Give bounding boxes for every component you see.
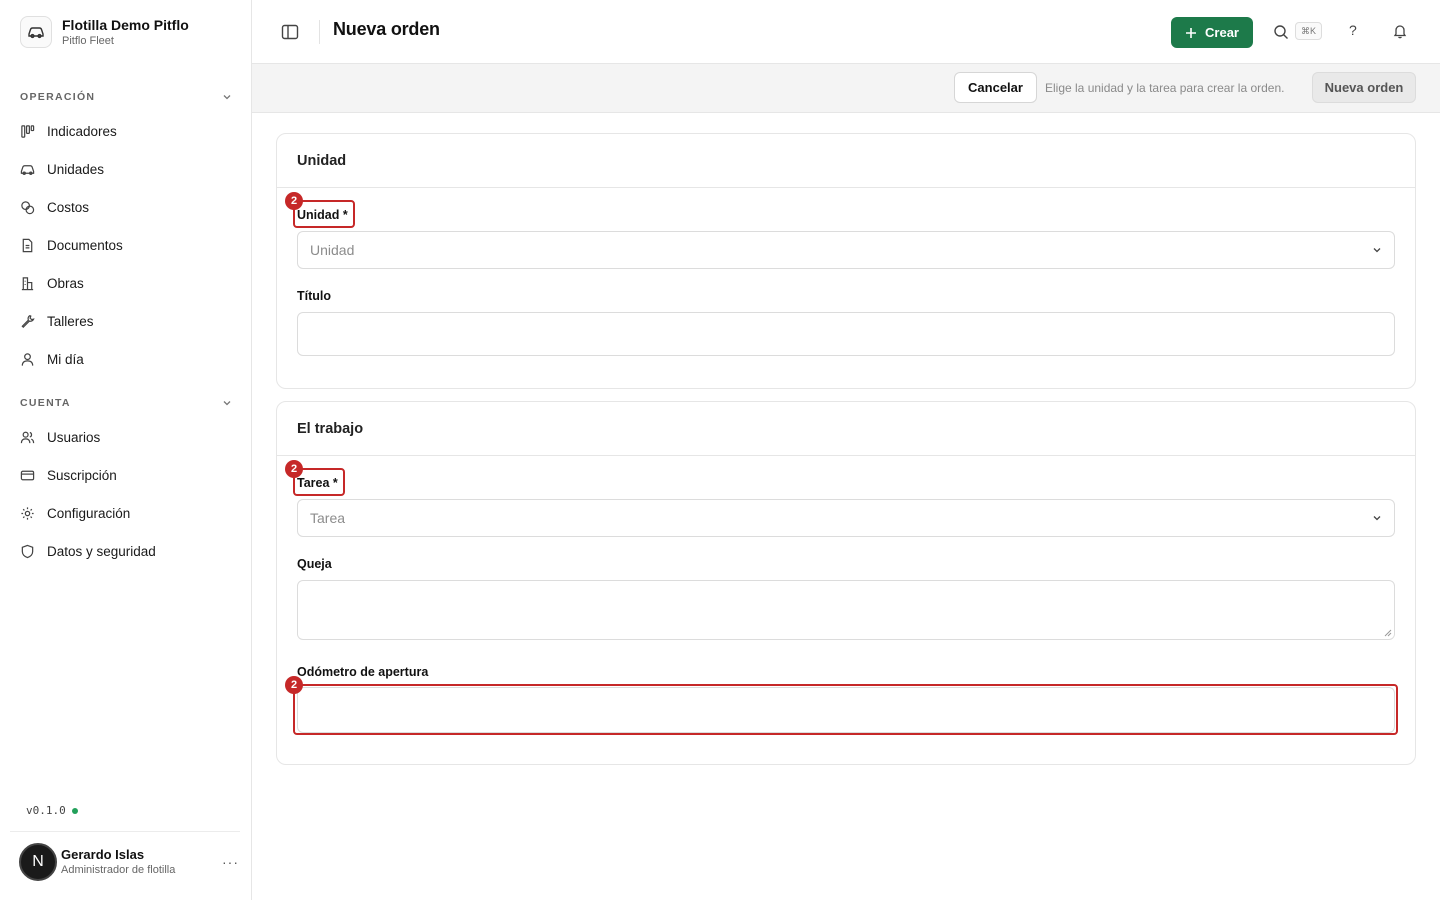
annotation-badge: 2 <box>285 676 303 694</box>
document-icon <box>22 238 33 252</box>
users-icon <box>20 431 35 443</box>
more-icon[interactable]: ··· <box>222 854 239 870</box>
submit-order-button[interactable]: Nueva orden <box>1312 72 1416 103</box>
cancel-button[interactable]: Cancelar <box>954 72 1037 103</box>
annotation-badge: 2 <box>285 192 303 210</box>
sidebar-item-costos[interactable]: Costos <box>20 192 232 222</box>
sidebar-item-label: Mi día <box>47 351 84 367</box>
sidebar-item-obras[interactable]: Obras <box>20 268 232 298</box>
shield-icon <box>21 544 34 558</box>
chevron-down-icon <box>1373 248 1381 253</box>
status-dot <box>71 807 78 814</box>
complaint-textarea[interactable] <box>297 580 1395 640</box>
main-content: Unidad Unidad * Unidad Título El trabajo… <box>252 113 1440 900</box>
sidebar-item-unidades[interactable]: Unidades <box>20 154 232 184</box>
avatar: N <box>19 843 57 881</box>
resize-handle-icon[interactable] <box>1384 629 1392 637</box>
help-icon[interactable]: ? <box>1349 22 1357 38</box>
title-label: Título <box>297 289 332 303</box>
sidebar-item-label: Costos <box>47 199 90 215</box>
sidebar-divider <box>10 831 240 832</box>
chevron-down-icon <box>223 95 231 100</box>
odometer-label: Odómetro de apertura <box>297 665 429 679</box>
section-operacion[interactable]: OPERACIÓN <box>20 91 232 103</box>
brand-title: Flotilla Demo Pitflo <box>62 17 189 33</box>
highlight-odometer-input <box>293 684 1398 735</box>
kanban-icon <box>21 124 35 138</box>
credit-card-icon <box>20 470 35 480</box>
app-version: v0.1.0 <box>26 804 78 817</box>
sidebar-item-usuarios[interactable]: Usuarios <box>20 422 232 452</box>
sidebar-item-documentos[interactable]: Documentos <box>20 230 232 260</box>
sidebar-item-label: Unidades <box>47 161 105 177</box>
car-icon <box>20 164 35 175</box>
car-icon <box>20 16 52 48</box>
sidebar-item-indicadores[interactable]: Indicadores <box>20 116 232 146</box>
sidebar-item-suscripcion[interactable]: Suscripción <box>20 460 232 490</box>
sidebar-item-label: Suscripción <box>47 467 117 483</box>
action-bar: Cancelar Elige la unidad y la tarea para… <box>252 64 1440 113</box>
sidebar: Flotilla Demo Pitflo Pitflo Fleet OPERAC… <box>0 0 252 900</box>
version-label: v0.1.0 <box>26 804 66 817</box>
chevron-down-icon <box>1373 516 1381 521</box>
sidebar-item-label: Usuarios <box>47 429 101 445</box>
annotation-badge: 2 <box>285 460 303 478</box>
task-select-placeholder: Tarea <box>310 510 346 526</box>
topbar: Nueva orden Crear ⌘K ? <box>252 0 1440 64</box>
unit-select-placeholder: Unidad <box>310 242 355 258</box>
user-role: Administrador de flotilla <box>61 864 176 876</box>
plus-icon <box>1186 27 1197 38</box>
title-input[interactable] <box>297 312 1395 356</box>
create-button-label: Crear <box>1205 25 1239 40</box>
brand-subtitle: Pitflo Fleet <box>62 35 114 47</box>
sidebar-item-talleres[interactable]: Talleres <box>20 306 232 336</box>
card-title: El trabajo <box>277 402 1415 456</box>
brand[interactable]: Flotilla Demo Pitflo Pitflo Fleet <box>20 16 189 48</box>
bell-icon[interactable] <box>1392 23 1408 39</box>
card-title: Unidad <box>277 134 1415 188</box>
sidebar-item-label: Datos y seguridad <box>47 543 156 559</box>
search-icon[interactable] <box>1273 24 1289 40</box>
section-cuenta[interactable]: CUENTA <box>20 397 232 409</box>
sidebar-item-configuracion[interactable]: Configuración <box>20 498 232 528</box>
chevron-down-icon <box>223 401 231 406</box>
sidebar-item-label: Configuración <box>47 505 131 521</box>
sidebar-item-mi-dia[interactable]: Mi día <box>20 344 232 374</box>
sidebar-item-label: Talleres <box>47 313 94 329</box>
section-operacion-label: OPERACIÓN <box>20 91 96 103</box>
page-title: Nueva orden <box>333 19 440 39</box>
gear-icon <box>21 506 34 520</box>
user-menu[interactable]: N Gerardo Islas Administrador de flotill… <box>19 843 239 881</box>
sidebar-item-datos-seguridad[interactable]: Datos y seguridad <box>20 536 232 566</box>
complaint-label: Queja <box>297 557 332 571</box>
sidebar-item-label: Documentos <box>47 237 123 253</box>
card-unidad: Unidad Unidad * Unidad Título <box>276 133 1416 389</box>
shortcut-hint: ⌘K <box>1295 22 1323 40</box>
unit-select[interactable]: Unidad <box>297 231 1395 269</box>
sidebar-item-label: Indicadores <box>47 123 117 139</box>
sidebar-toggle-icon[interactable] <box>280 22 300 42</box>
action-hint: Elige la unidad y la tarea para crear la… <box>1045 81 1285 95</box>
sidebar-item-label: Obras <box>47 275 84 291</box>
section-cuenta-label: CUENTA <box>20 397 71 409</box>
user-icon <box>21 352 34 366</box>
create-button[interactable]: Crear <box>1171 17 1253 48</box>
user-name: Gerardo Islas <box>61 847 145 862</box>
wrench-icon <box>21 314 35 328</box>
topbar-divider <box>319 20 320 44</box>
coins-icon <box>21 200 35 214</box>
task-select[interactable]: Tarea <box>297 499 1395 537</box>
building-icon <box>21 276 34 290</box>
